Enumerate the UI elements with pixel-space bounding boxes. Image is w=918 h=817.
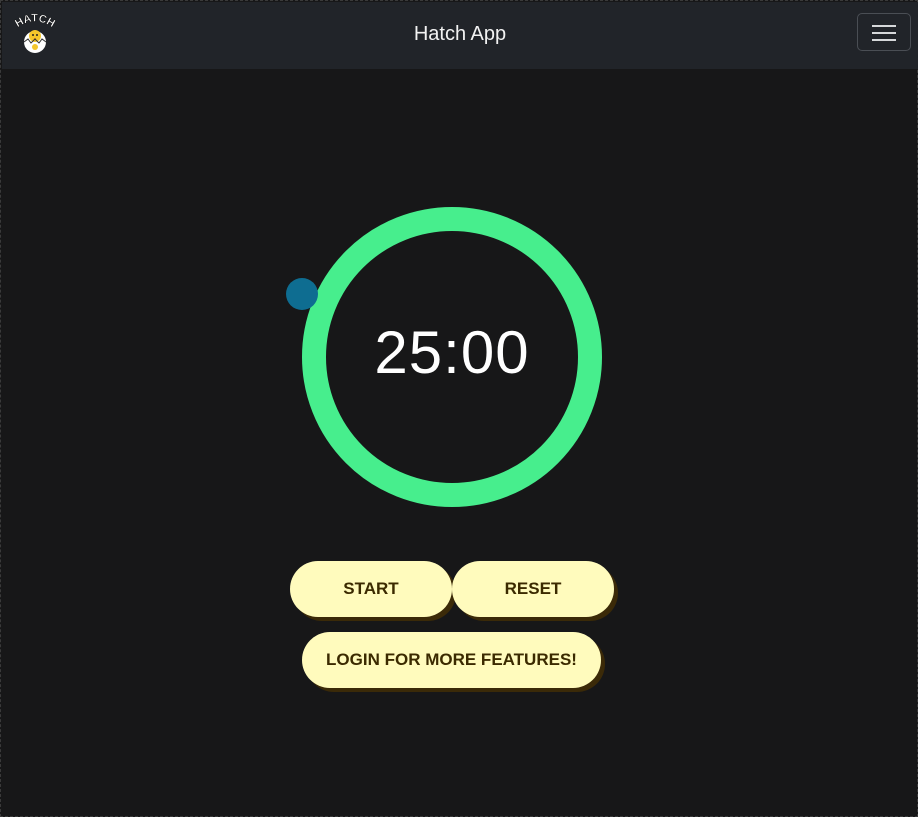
- progress-handle[interactable]: [286, 278, 318, 310]
- reset-button[interactable]: RESET: [452, 561, 614, 617]
- app-title: Hatch App: [413, 23, 507, 45]
- navbar: HATCH Hatch App: [2, 2, 918, 69]
- menu-toggle-button[interactable]: [857, 13, 911, 51]
- app-frame: HATCH Hatch App 25:00 START RESET LOGIN …: [0, 0, 918, 817]
- login-button[interactable]: LOGIN FOR MORE FEATURES!: [302, 632, 601, 688]
- start-button[interactable]: START: [290, 561, 452, 617]
- time-display: 25:00: [374, 319, 530, 386]
- timer: 25:00: [284, 206, 604, 508]
